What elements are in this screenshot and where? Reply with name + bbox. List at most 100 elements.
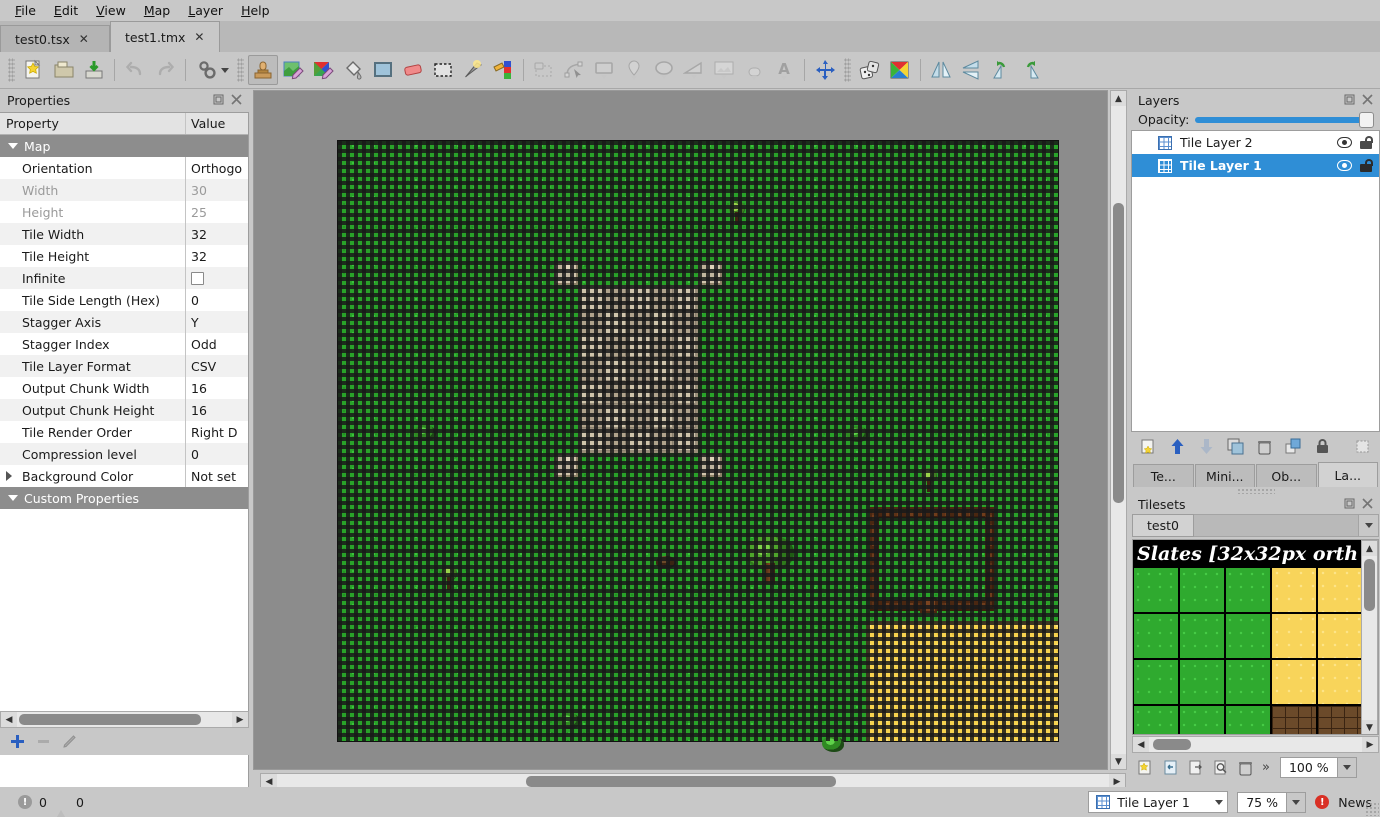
- edit-polygons-tool[interactable]: [559, 55, 589, 85]
- property-value[interactable]: 16: [186, 377, 248, 399]
- open-file-button[interactable]: [49, 55, 79, 85]
- commands-button[interactable]: [191, 55, 233, 85]
- flip-vertical-button[interactable]: [956, 55, 986, 85]
- add-property-button[interactable]: [10, 734, 25, 749]
- menu-item-help[interactable]: Help: [232, 1, 279, 21]
- delete-layer-button[interactable]: [1256, 438, 1273, 455]
- tileset-tile[interactable]: [1318, 614, 1362, 658]
- chevron-down-icon[interactable]: [220, 67, 229, 73]
- scrollbar-thumb[interactable]: [526, 776, 836, 787]
- lock-open-icon[interactable]: [1360, 136, 1373, 149]
- close-icon[interactable]: ✕: [79, 33, 89, 45]
- property-value[interactable]: 0: [186, 443, 248, 465]
- property-row-output-chunk-width[interactable]: Output Chunk Width 16: [0, 377, 248, 399]
- select-objects-tool[interactable]: [529, 55, 559, 85]
- undo-button[interactable]: [120, 55, 150, 85]
- property-value[interactable]: 0: [186, 289, 248, 311]
- more-tools-button[interactable]: »: [1262, 760, 1270, 775]
- duplicate-layer-button[interactable]: [1227, 438, 1244, 455]
- property-row-orientation[interactable]: Orientation Orthogo: [0, 157, 248, 179]
- toolbar-grip-2[interactable]: [237, 58, 244, 82]
- tileset-tile[interactable]: [1134, 706, 1178, 734]
- close-icon[interactable]: ✕: [194, 31, 204, 43]
- tileset-tile[interactable]: [1134, 614, 1178, 658]
- slider-handle[interactable]: [1359, 111, 1374, 128]
- property-row-compression-level[interactable]: Compression level 0: [0, 443, 248, 465]
- new-map-button[interactable]: [19, 55, 49, 85]
- insert-polygon-tool[interactable]: [679, 55, 709, 85]
- lower-layer-button[interactable]: [1198, 438, 1215, 455]
- select-same-tile-tool[interactable]: [488, 55, 518, 85]
- property-value[interactable]: 16: [186, 399, 248, 421]
- bucket-fill-tool[interactable]: [338, 55, 368, 85]
- tileset-vertical-scrollbar[interactable]: ▲ ▼: [1361, 540, 1378, 734]
- layers-list[interactable]: Tile Layer 2 Tile Layer 1: [1131, 130, 1380, 432]
- float-icon[interactable]: [212, 93, 226, 107]
- eraser-tool[interactable]: [398, 55, 428, 85]
- tileset-selector[interactable]: test0: [1132, 514, 1379, 537]
- insert-text-tool[interactable]: A: [769, 55, 799, 85]
- tileset-tile[interactable]: [1226, 614, 1270, 658]
- shape-fill-tool[interactable]: [308, 55, 338, 85]
- property-value[interactable]: Odd: [186, 333, 248, 355]
- property-value[interactable]: Y: [186, 311, 248, 333]
- property-value[interactable]: Orthogo: [186, 157, 248, 179]
- current-layer-combo[interactable]: Tile Layer 1: [1088, 791, 1229, 813]
- menu-item-map[interactable]: Map: [135, 1, 179, 21]
- scrollbar-thumb[interactable]: [19, 714, 201, 725]
- redo-button[interactable]: [150, 55, 180, 85]
- property-row-tile-layer-format[interactable]: Tile Layer Format CSV: [0, 355, 248, 377]
- tileset-tab-test0[interactable]: test0: [1132, 514, 1194, 537]
- tileset-tile[interactable]: [1180, 706, 1224, 734]
- chevron-down-icon[interactable]: [8, 495, 18, 501]
- toolbar-grip-3[interactable]: [844, 58, 851, 82]
- fill-with-color-toggle[interactable]: [885, 55, 915, 85]
- property-row-background-color[interactable]: Background Color Not set: [0, 465, 248, 487]
- menu-item-file[interactable]: File: [6, 1, 45, 21]
- scroll-down-arrow[interactable]: ▼: [1362, 720, 1377, 734]
- remove-property-button[interactable]: [36, 734, 51, 749]
- news-alert-icon[interactable]: !: [1315, 795, 1330, 809]
- new-layer-button[interactable]: [1140, 438, 1157, 455]
- property-value[interactable]: Not set: [186, 465, 248, 487]
- lock-layer-button[interactable]: [1314, 438, 1331, 455]
- infinite-checkbox[interactable]: [191, 271, 204, 285]
- embed-tileset-button[interactable]: [1162, 759, 1179, 776]
- tileset-tile[interactable]: [1272, 706, 1316, 734]
- property-row-tile-height[interactable]: Tile Height 32: [0, 245, 248, 267]
- tileset-tile[interactable]: [1318, 706, 1362, 734]
- remove-tileset-button[interactable]: [1237, 759, 1254, 776]
- scroll-left-arrow[interactable]: ◀: [1, 712, 17, 727]
- tileset-tile[interactable]: [1318, 660, 1362, 704]
- tileset-tile-grid[interactable]: Slates [32x32px orth ▲ ▼: [1132, 539, 1379, 735]
- save-file-button[interactable]: [79, 55, 109, 85]
- terrain-brush-tool[interactable]: [278, 55, 308, 85]
- tab-test1-tmx[interactable]: test1.tmx ✕: [110, 21, 220, 52]
- lock-open-icon[interactable]: [1360, 159, 1373, 172]
- opacity-slider[interactable]: [1195, 111, 1374, 128]
- tileset-tile[interactable]: [1272, 614, 1316, 658]
- chevron-down-icon[interactable]: [8, 143, 18, 149]
- menu-item-layer[interactable]: Layer: [179, 1, 232, 21]
- raise-layer-button[interactable]: [1169, 438, 1186, 455]
- menu-item-edit[interactable]: Edit: [45, 1, 87, 21]
- property-row-stagger-axis[interactable]: Stagger Axis Y: [0, 311, 248, 333]
- export-tileset-button[interactable]: [1187, 759, 1204, 776]
- tab-objects[interactable]: Ob...: [1256, 464, 1317, 487]
- layer-row-tile-layer-2[interactable]: Tile Layer 2: [1132, 131, 1379, 154]
- rectangular-select-tool[interactable]: [428, 55, 458, 85]
- tileset-tile[interactable]: [1134, 660, 1178, 704]
- scroll-left-arrow[interactable]: ◀: [1133, 737, 1149, 752]
- scroll-up-arrow[interactable]: ▲: [1362, 541, 1377, 556]
- property-row-stagger-index[interactable]: Stagger Index Odd: [0, 333, 248, 355]
- property-value[interactable]: 32: [186, 223, 248, 245]
- random-mode-toggle[interactable]: [855, 55, 885, 85]
- insert-rectangle-tool[interactable]: [589, 55, 619, 85]
- property-row-tile-render-order[interactable]: Tile Render Order Right D: [0, 421, 248, 443]
- map-vertical-scrollbar[interactable]: ▲ ▼: [1110, 90, 1127, 770]
- tileset-tile[interactable]: [1134, 568, 1178, 612]
- magic-wand-tool[interactable]: [458, 55, 488, 85]
- insert-ellipse-tool[interactable]: [649, 55, 679, 85]
- chevron-right-icon[interactable]: [6, 471, 12, 481]
- property-row-output-chunk-height[interactable]: Output Chunk Height 16: [0, 399, 248, 421]
